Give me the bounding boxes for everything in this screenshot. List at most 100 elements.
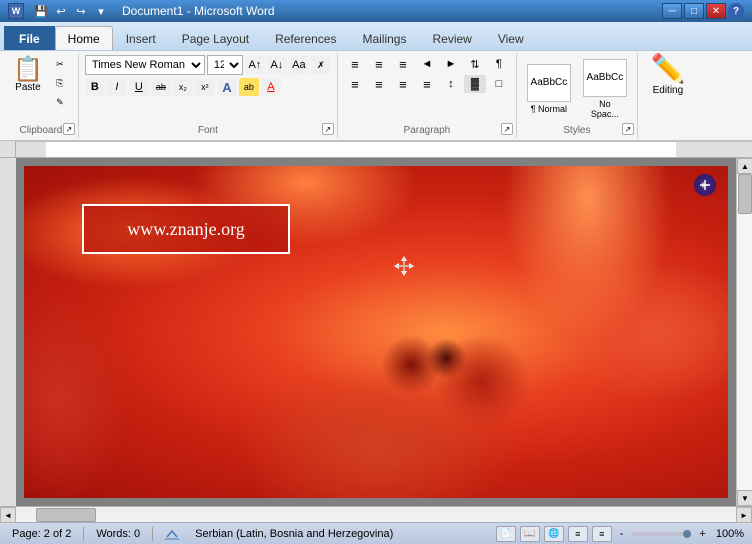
undo-button[interactable]: ↩ (52, 2, 70, 20)
zoom-slider-thumb[interactable] (683, 530, 691, 538)
scroll-down-button[interactable]: ▼ (737, 490, 752, 506)
tab-mailings[interactable]: Mailings (349, 26, 419, 50)
document-area: www.znanje.org (0, 158, 752, 506)
shrink-font-button[interactable]: A↓ (267, 56, 287, 74)
format-painter-button[interactable]: ✎ (48, 93, 72, 111)
shading-button[interactable]: ▓ (464, 75, 486, 93)
cut-button[interactable]: ✂ (48, 55, 72, 73)
ribbon-group-styles: AaBbCc ¶ Normal AaBbCc No Spac... Styles… (517, 53, 638, 138)
minimize-button[interactable]: ─ (662, 3, 682, 19)
style-normal-preview: AaBbCc (527, 64, 571, 102)
subscript-button[interactable]: x₂ (173, 78, 193, 96)
redo-button[interactable]: ↪ (72, 2, 90, 20)
tab-view[interactable]: View (485, 26, 537, 50)
zoom-level[interactable]: 100% (716, 528, 744, 540)
document-scroll-area[interactable]: www.znanje.org (16, 158, 736, 506)
quick-access-dropdown[interactable]: ▾ (92, 2, 110, 20)
crosshair-cursor-icon (394, 256, 414, 276)
horizontal-scroll-thumb[interactable] (36, 508, 96, 522)
justify-button[interactable]: ≡ (416, 75, 438, 93)
style-no-spacing[interactable]: AaBbCc No Spac... (579, 56, 631, 122)
scroll-left-button[interactable]: ◄ (0, 507, 16, 523)
maximize-button[interactable]: □ (684, 3, 704, 19)
text-box[interactable]: www.znanje.org (82, 204, 290, 254)
ruler-side-left (0, 141, 16, 157)
print-layout-view-button[interactable]: 📄 (496, 526, 516, 542)
spell-check-icon[interactable] (161, 527, 183, 541)
tab-file[interactable]: File (4, 26, 55, 50)
align-left-button[interactable]: ≡ (344, 75, 366, 93)
full-screen-view-button[interactable]: 📖 (520, 526, 540, 542)
increase-indent-button[interactable]: ► (440, 55, 462, 73)
editing-label[interactable]: Editing (653, 85, 684, 96)
bold-button[interactable]: B (85, 78, 105, 96)
scroll-up-button[interactable]: ▲ (737, 158, 752, 174)
paragraph-expand-button[interactable]: ↗ (501, 123, 513, 135)
sort-button[interactable]: ⇅ (464, 55, 486, 73)
strikethrough-button[interactable]: ab (151, 78, 171, 96)
copy-button[interactable]: ⎘ (48, 74, 72, 92)
clear-format-button[interactable]: ✗ (311, 56, 331, 74)
zoom-plus-button[interactable]: + (699, 528, 705, 540)
text-effects-button[interactable]: A (217, 78, 237, 96)
outline-view-button[interactable]: ≡ (568, 526, 588, 542)
numbered-button[interactable]: ≡ (368, 55, 390, 73)
zoom-slider-track[interactable] (631, 532, 691, 536)
zoom-minus-button[interactable]: - (620, 528, 624, 540)
font-expand-button[interactable]: ↗ (322, 123, 334, 135)
grow-font-button[interactable]: A↑ (245, 56, 265, 74)
tab-references[interactable]: References (262, 26, 349, 50)
bullets-button[interactable]: ≡ (344, 55, 366, 73)
ribbon-group-font: Times New Roman 12 A↑ A↓ Aa ✗ B I U ab x… (79, 53, 338, 138)
align-right-button[interactable]: ≡ (392, 75, 414, 93)
scroll-thumb[interactable] (738, 174, 752, 214)
border-button[interactable]: □ (488, 75, 510, 93)
web-layout-view-button[interactable]: 🌐 (544, 526, 564, 542)
underline-button[interactable]: U (129, 78, 149, 96)
save-button[interactable]: 💾 (32, 2, 50, 20)
font-name-select[interactable]: Times New Roman (85, 55, 205, 75)
style-no-spacing-preview: AaBbCc (583, 59, 627, 97)
horizontal-scroll-track[interactable] (16, 507, 736, 522)
scroll-right-button[interactable]: ► (736, 507, 752, 523)
change-case-button[interactable]: Aa (289, 56, 309, 74)
ruler-horizontal: (function() { // just static SVG ticks }… (16, 141, 752, 157)
vertical-scrollbar[interactable]: ▲ ▼ (736, 158, 752, 506)
tab-review[interactable]: Review (419, 26, 484, 50)
tab-insert[interactable]: Insert (113, 26, 169, 50)
align-center-button[interactable]: ≡ (368, 75, 390, 93)
window-title: Document1 - Microsoft Word (122, 4, 275, 18)
vertical-ruler-svg (0, 158, 16, 506)
highlight-color-button[interactable]: ab (239, 78, 259, 96)
page-status-text: Page: 2 of 2 (12, 528, 71, 540)
font-group-label: Font (79, 125, 337, 136)
app-icon: W (8, 3, 24, 19)
close-button[interactable]: ✕ (706, 3, 726, 19)
show-formatting-button[interactable]: ¶ (488, 55, 510, 73)
tab-home[interactable]: Home (55, 26, 113, 50)
clipboard-expand-button[interactable]: ↗ (63, 123, 75, 135)
tab-page-layout[interactable]: Page Layout (169, 26, 262, 50)
scroll-track[interactable] (737, 174, 752, 490)
font-size-select[interactable]: 12 (207, 55, 243, 75)
paste-button[interactable]: 📋 Paste (10, 55, 46, 96)
line-spacing-button[interactable]: ↕ (440, 75, 462, 93)
ribbon-content: 📋 Paste ✂ ⎘ ✎ Clipboard ↗ Times New Roma… (0, 50, 752, 140)
clipboard-small-buttons: ✂ ⎘ ✎ (48, 55, 72, 111)
help-icon[interactable]: ? (728, 3, 744, 19)
styles-expand-button[interactable]: ↗ (622, 123, 634, 135)
decrease-indent-button[interactable]: ◄ (416, 55, 438, 73)
multilevel-button[interactable]: ≡ (392, 55, 414, 73)
superscript-button[interactable]: x² (195, 78, 215, 96)
title-bar: W 💾 ↩ ↪ ▾ Document1 - Microsoft Word ─ □… (0, 0, 752, 22)
font-name-row: Times New Roman 12 A↑ A↓ Aa ✗ (85, 55, 331, 75)
ruler-vertical (0, 158, 16, 506)
italic-button[interactable]: I (107, 78, 127, 96)
page-status: Page: 2 of 2 (8, 528, 75, 540)
font-color-button[interactable]: A (261, 78, 281, 96)
scroll-marker-icon (698, 178, 712, 192)
style-normal[interactable]: AaBbCc ¶ Normal (523, 61, 575, 117)
draft-view-button[interactable]: ≡ (592, 526, 612, 542)
language-status[interactable]: Serbian (Latin, Bosnia and Herzegovina) (191, 528, 397, 540)
font-format-row: B I U ab x₂ x² A ab A (85, 78, 281, 96)
